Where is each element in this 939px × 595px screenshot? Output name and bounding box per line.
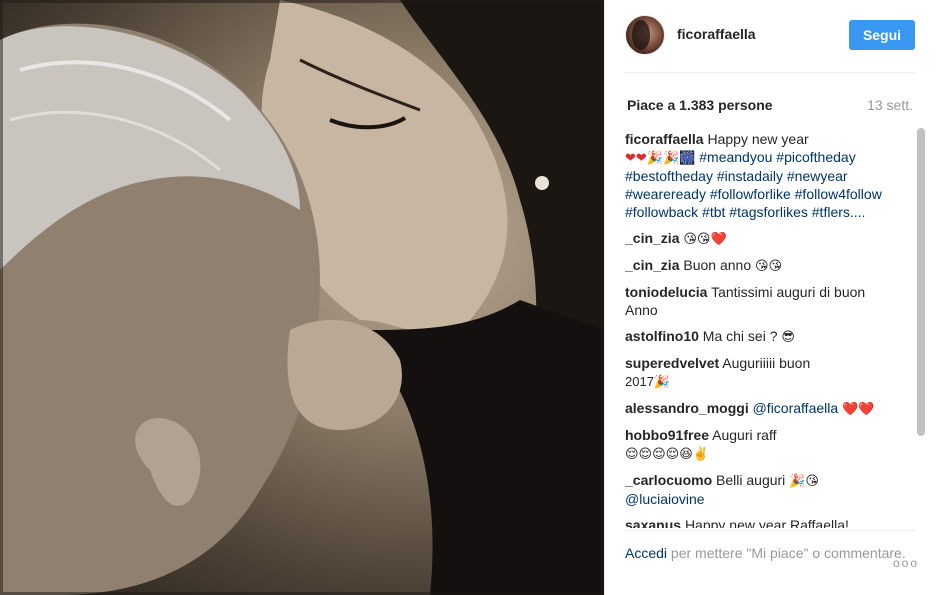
comment-item: superedvelvet Auguriiiii buon 2017🎉 — [625, 354, 895, 391]
comment-item: saxanus Happy new year Raffaella! — [625, 516, 895, 528]
comment-emojis: 😘😘❤️ — [683, 231, 727, 246]
login-prompt-text: per mettere "Mi piace" o commentare. — [670, 545, 906, 561]
comment-author[interactable]: _cin_zia — [625, 257, 679, 273]
comment-author[interactable]: _cin_zia — [625, 230, 679, 246]
comment-text: Auguri raff — [712, 427, 777, 443]
comment-item: toniodelucia Tantissimi auguri di buon A… — [625, 283, 895, 319]
comment-text: Belli auguri — [716, 472, 786, 488]
comment-item: hobbo91free Auguri raff 😌😌😌😌😆✌️ — [625, 426, 895, 463]
post-header: ficoraffaella Segui — [605, 0, 939, 72]
comment-author[interactable]: _carlocuomo — [625, 472, 712, 488]
comment-emojis: 😌😌😌😌😆✌️ — [625, 446, 709, 461]
avatar[interactable] — [625, 15, 665, 55]
comment-author[interactable]: astolfino10 — [625, 328, 699, 344]
comment-emojis: 🎉😘 — [789, 473, 819, 488]
post-time[interactable]: 13 sett. — [867, 97, 913, 113]
post-side-panel: ficoraffaella Segui Piace a 1.383 person… — [604, 0, 939, 595]
caption: ficoraffaella Happy new year ❤❤🎉🎉🎆 #mean… — [625, 130, 895, 221]
comment-author[interactable]: alessandro_moggi — [625, 400, 749, 416]
comment-emojis: 😘😘 — [755, 258, 783, 273]
post-photo[interactable] — [0, 0, 604, 595]
comment-text[interactable]: @ficoraffaella — [753, 400, 839, 416]
comment-text: Auguriiiii buon — [722, 355, 811, 371]
comment-item: _cin_zia 😘😘❤️ — [625, 229, 895, 248]
comment-author[interactable]: hobbo91free — [625, 427, 709, 443]
follow-button[interactable]: Segui — [849, 20, 915, 50]
comment-author[interactable]: saxanus — [625, 517, 681, 528]
likes-count[interactable]: Piace a 1.383 persone — [627, 97, 773, 113]
comments-list: ficoraffaella Happy new year ❤❤🎉🎉🎆 #mean… — [625, 130, 920, 528]
footer-divider — [625, 530, 915, 531]
caption-emojis: ❤❤🎉🎉🎆 — [625, 150, 696, 165]
login-link[interactable]: Accedi — [625, 545, 667, 561]
more-options-icon[interactable]: ooo — [893, 556, 919, 570]
comment-text: Buon anno — [683, 257, 752, 273]
comment-emojis: 😎 — [781, 329, 795, 344]
login-prompt: Accedi per mettere "Mi piace" o commenta… — [625, 544, 925, 562]
comment-item: _carlocuomo Belli auguri 🎉😘 @luciaiovine — [625, 471, 895, 508]
comment-emojis: ❤️❤️ — [842, 401, 875, 416]
caption-text: Happy new year — [707, 131, 809, 147]
caption-author[interactable]: ficoraffaella — [625, 131, 704, 147]
comment-item: _cin_zia Buon anno 😘😘 — [625, 256, 895, 275]
comment-text: Ma chi sei ? — [702, 328, 778, 344]
photo-illustration — [0, 0, 604, 595]
comment-emojis: 2017🎉 — [625, 374, 671, 389]
instagram-post: ficoraffaella Segui Piace a 1.383 person… — [0, 0, 939, 595]
header-divider — [625, 72, 915, 73]
comments-scrollbar[interactable] — [917, 128, 925, 436]
comment-mention[interactable]: @luciaiovine — [625, 491, 705, 507]
comment-text: Happy new year Raffaella! — [684, 517, 849, 528]
comment-item: astolfino10 Ma chi sei ? 😎 — [625, 327, 895, 346]
comment-item: alessandro_moggi @ficoraffaella ❤️❤️ — [625, 399, 895, 418]
likes-row: Piace a 1.383 persone 13 sett. — [625, 95, 915, 115]
comment-author[interactable]: superedvelvet — [625, 355, 719, 371]
author-username[interactable]: ficoraffaella — [677, 26, 756, 42]
comment-author[interactable]: toniodelucia — [625, 284, 707, 300]
